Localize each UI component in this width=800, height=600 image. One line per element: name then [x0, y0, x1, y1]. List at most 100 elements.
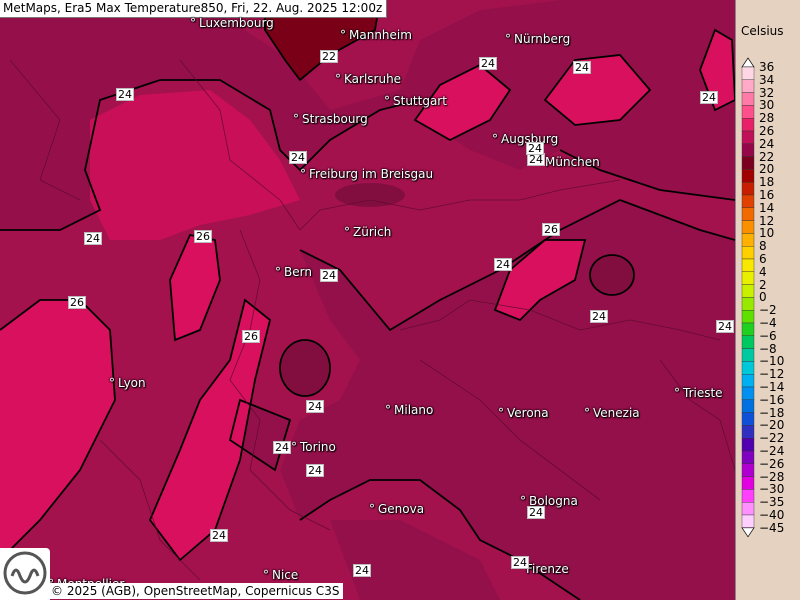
metmaps-logo[interactable]	[0, 548, 50, 600]
contour-label: 24	[289, 151, 307, 164]
legend-swatch	[741, 450, 755, 465]
legend-swatch	[741, 463, 755, 477]
legend-swatch	[741, 502, 755, 516]
legend-tick-label: 2	[759, 277, 767, 292]
legend-tick-label: 28	[759, 111, 775, 126]
weather-map[interactable]: MetMaps, Era5 Max Temperature850, Fri, 2…	[0, 0, 735, 600]
legend-tick-label: 32	[759, 85, 775, 100]
contour-label: 24	[700, 91, 718, 104]
contour-label: 24	[511, 556, 529, 569]
legend-tick-label: −28	[759, 469, 785, 484]
contour-label: 24	[116, 88, 134, 101]
legend-swatch	[741, 143, 755, 157]
legend-swatch	[741, 476, 755, 490]
legend-tick-label: −10	[759, 354, 785, 369]
legend-swatch	[741, 220, 755, 234]
contour-label: 24	[479, 57, 497, 70]
city-label[interactable]: Zürich	[344, 226, 391, 238]
legend-tick-label: −40	[759, 508, 785, 522]
contour-label: 24	[273, 441, 291, 454]
legend-tick-label: −4	[759, 316, 777, 330]
city-label[interactable]: Milano	[385, 404, 433, 416]
contour-label: 24	[590, 310, 608, 323]
legend-swatch	[741, 310, 755, 324]
legend-tick-label: −16	[759, 392, 785, 407]
legend-bottom-arrow	[741, 527, 755, 538]
legend-tick-label: 4	[759, 264, 767, 279]
contour-label: 26	[68, 296, 86, 309]
city-label[interactable]: Genova	[369, 503, 424, 515]
legend-swatch	[741, 412, 755, 426]
legend-swatch	[741, 425, 755, 439]
city-label[interactable]: Luxembourg	[190, 17, 274, 29]
legend-tick-label: 30	[759, 98, 775, 113]
contour-label: 24	[494, 258, 512, 271]
copyright-notice: © 2025 (AGB), OpenStreetMap, Copernicus …	[47, 583, 344, 599]
contour-label: 22	[320, 50, 338, 63]
legend-tick-label: −45	[759, 520, 785, 535]
city-label[interactable]: Trieste	[674, 387, 723, 399]
legend-tick-label: 22	[759, 149, 775, 164]
city-label[interactable]: Nürnberg	[505, 33, 570, 45]
legend-tick-label: −26	[759, 456, 785, 471]
city-label[interactable]: Bern	[275, 266, 312, 278]
legend-tick-label: −24	[759, 444, 785, 458]
legend-tick-label: 10	[759, 226, 775, 241]
legend-swatch	[741, 374, 755, 388]
legend-tick-label: 26	[759, 124, 775, 138]
legend-tick-label: −6	[759, 328, 777, 343]
legend-swatch	[741, 105, 755, 119]
legend-tick-label: 36	[759, 60, 775, 74]
temperature-field	[0, 0, 735, 600]
contour-label: 24	[306, 400, 324, 413]
legend-swatch	[741, 284, 755, 298]
city-label[interactable]: München	[536, 156, 600, 168]
legend-swatch	[741, 169, 755, 183]
legend-tick-label: 24	[759, 136, 775, 151]
legend-tick-label: −2	[759, 303, 777, 318]
contour-label: 26	[242, 330, 260, 343]
legend-swatch	[741, 399, 755, 413]
city-label[interactable]: Verona	[498, 407, 549, 419]
legend-tick-label: −30	[759, 482, 785, 497]
contour-label: 24	[210, 529, 228, 542]
contour-label: 24	[306, 464, 324, 477]
city-label[interactable]: Mannheim	[340, 29, 412, 41]
legend-swatch	[741, 322, 755, 337]
city-label[interactable]: Stuttgart	[384, 95, 447, 107]
legend-tick-label: 16	[759, 188, 775, 202]
city-label[interactable]: Freiburg im Breisgau	[300, 168, 433, 180]
legend-swatch	[741, 92, 755, 106]
legend-swatch	[741, 514, 755, 529]
legend-tick-label: 12	[759, 213, 775, 228]
legend-swatch	[741, 156, 755, 170]
legend-tick-label: 6	[759, 252, 767, 266]
contour-label: 26	[194, 230, 212, 243]
legend-tick-label: 8	[759, 239, 767, 254]
city-label[interactable]: Venezia	[584, 407, 640, 419]
legend-swatch	[741, 117, 755, 132]
legend-tick-label: −14	[759, 380, 785, 394]
legend-swatch	[741, 361, 755, 375]
legend-swatch	[741, 271, 755, 285]
city-label[interactable]: Lyon	[109, 377, 146, 389]
legend-swatch	[741, 438, 755, 452]
legend-tick-label: 14	[759, 200, 775, 215]
legend-swatch	[741, 348, 755, 362]
city-label[interactable]: Torino	[291, 441, 336, 453]
contour-label: 24	[320, 269, 338, 282]
legend-tick-label: 34	[759, 72, 775, 87]
city-label[interactable]: Karlsruhe	[335, 73, 401, 85]
contour-label: 24	[573, 61, 591, 74]
legend-swatch	[741, 79, 755, 93]
city-label[interactable]: Nice	[263, 569, 298, 581]
contour-label: 26	[542, 223, 560, 236]
legend-swatch	[741, 386, 755, 401]
legend-swatch	[741, 245, 755, 260]
legend-swatch	[741, 335, 755, 349]
contour-label: 24	[353, 564, 371, 577]
legend-top-arrow	[741, 57, 755, 68]
legend-tick-label: −8	[759, 341, 777, 356]
legend-tick-label: −22	[759, 431, 785, 446]
city-label[interactable]: Strasbourg	[293, 113, 368, 125]
